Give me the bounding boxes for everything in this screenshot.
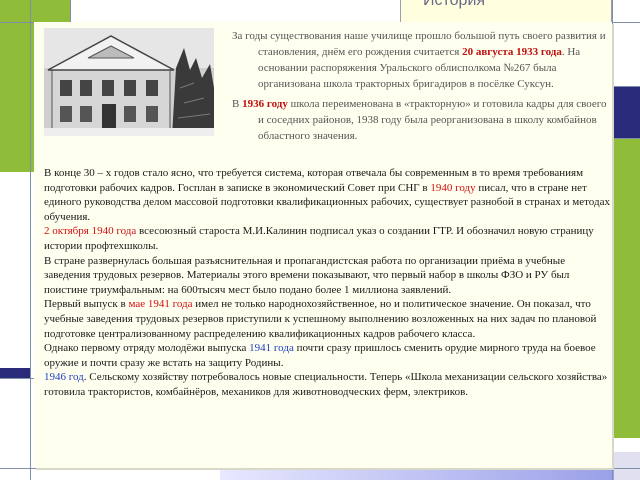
body-paragraph-4: Первый выпуск в мае 1941 года имел не то… (44, 297, 610, 341)
intro-text-span: В (232, 98, 243, 110)
highlight-year: 1941 года (249, 342, 294, 355)
main-text: В конце 30 – х годов стало ясно, что тре… (44, 166, 610, 400)
frame-left-green-block (0, 22, 34, 172)
frame-top-green-block (0, 0, 70, 22)
frame-grid-line (612, 0, 613, 480)
intro-paragraph-1: За годы существования наше училище прошл… (232, 28, 610, 92)
intro-text: За годы существования наше училище прошл… (232, 28, 610, 144)
body-paragraph-2: 2 октября 1940 года всесоюзный староста … (44, 224, 610, 253)
body-paragraph-1: В конце 30 – х годов стало ясно, что тре… (44, 166, 610, 224)
intro-text-span: школа переименована в «тракторную» и гот… (258, 98, 607, 142)
frame-grid-line (612, 86, 640, 87)
frame-right-green-block (614, 138, 640, 438)
frame-grid-line (0, 468, 640, 469)
highlight-year: 1936 году (242, 98, 288, 110)
body-text-span: . Сельскому хозяйству потребовалось новы… (44, 371, 608, 398)
frame-bottom-gradient-bar (220, 468, 614, 480)
frame-bottom-lavender-block (614, 452, 640, 480)
body-text-span: Однако первому отряду молодёжи выпуска (44, 342, 250, 355)
frame-grid-line (70, 0, 71, 22)
body-paragraph-5: Однако первому отряду молодёжи выпуска 1… (44, 341, 610, 370)
highlight-date: мае 1941 года (128, 298, 193, 311)
frame-grid-line (30, 0, 31, 480)
frame-right-navy-block (614, 86, 640, 138)
frame-top-green-strip (70, 0, 400, 22)
body-paragraph-6: 1946 год. Сельскому хозяйству потребовал… (44, 370, 610, 399)
highlight-date: 20 августа 1933 года (462, 46, 562, 58)
highlight-year: 1940 году (430, 181, 476, 194)
frame-grid-line (612, 138, 640, 139)
intro-paragraph-2: В 1936 году школа переименована в «тракт… (232, 96, 610, 144)
highlight-date: 2 октября 1940 года (44, 225, 137, 238)
school-building-photo (44, 28, 214, 136)
frame-left-navy-block (0, 368, 30, 378)
frame-grid-line (0, 378, 34, 379)
page-title: История (423, 0, 486, 9)
body-paragraph-3: В стране развернулась большая разъясните… (44, 254, 570, 296)
highlight-year: 1946 год (44, 371, 84, 384)
body-text-span: Первый выпуск в (44, 298, 129, 311)
